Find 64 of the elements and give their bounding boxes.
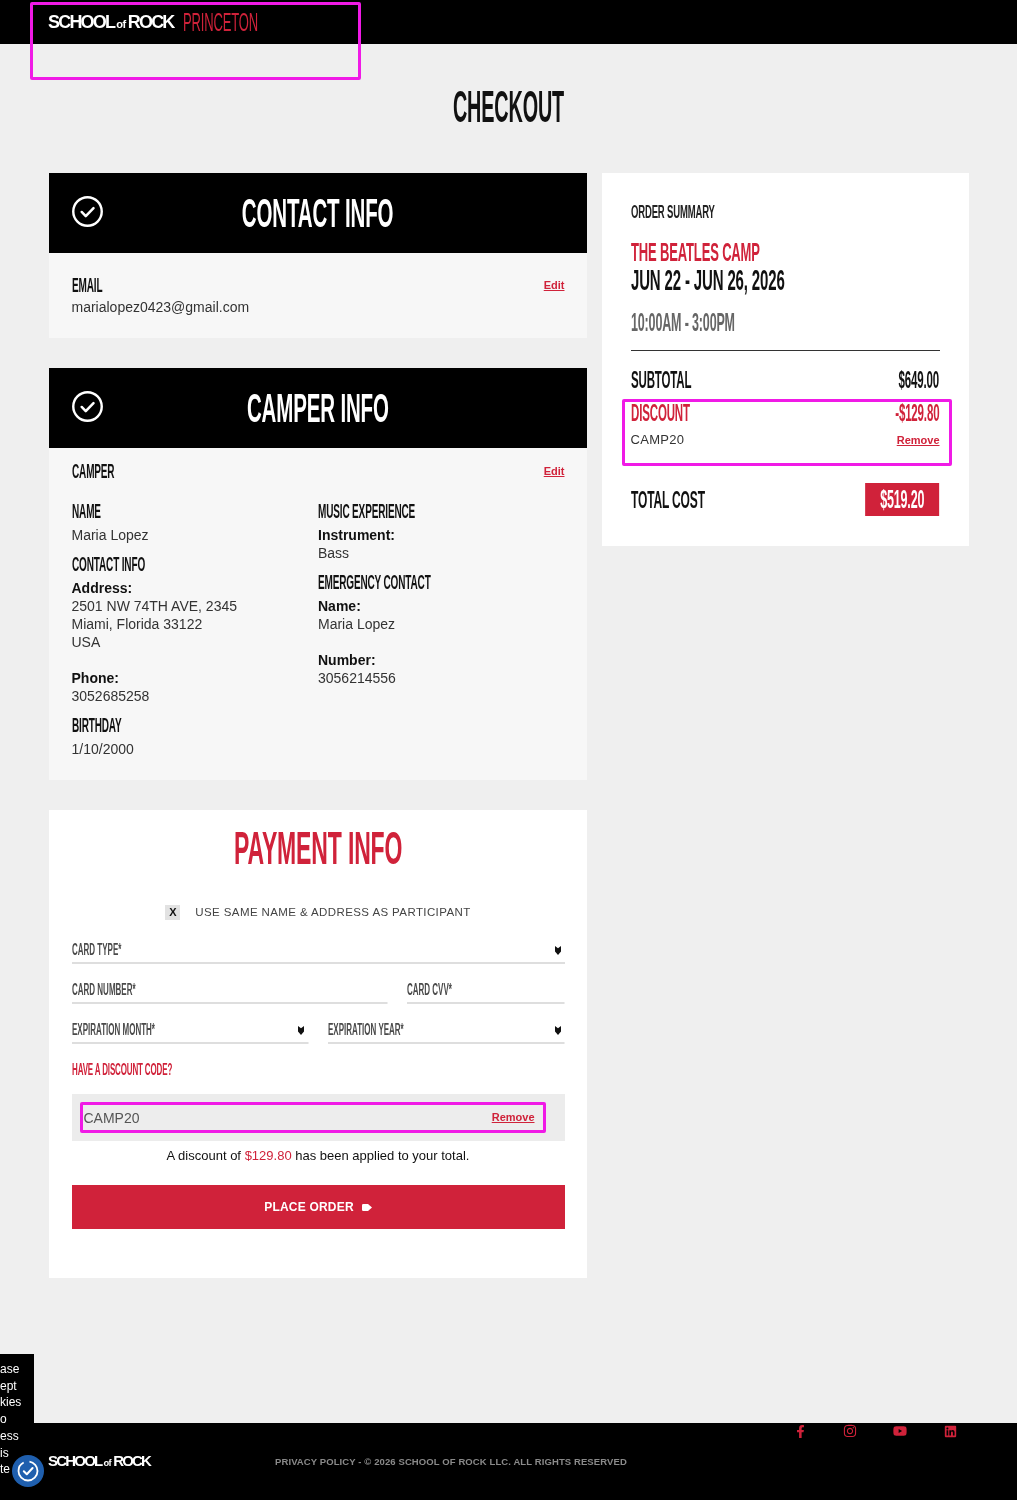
- discount-prompt[interactable]: HAVE A DISCOUNT CODE?: [71, 1062, 172, 1078]
- select-field[interactable]: EXPIRATION YEAR*: [328, 1018, 565, 1044]
- arrow-icon: [361, 1203, 372, 1211]
- discount-message: A discount of $129.80 has been applied to your total.: [165, 1147, 471, 1165]
- payment-title: PAYMENT INFO: [233, 825, 403, 871]
- camp-dates: JUN 22 - JUN 26, 2026: [630, 265, 785, 295]
- field-label: Number:: [318, 651, 377, 669]
- caret-icon: [554, 1026, 561, 1035]
- discount-code-field[interactable]: CAMP20 Remove: [79, 1102, 546, 1133]
- field-value: 2501 NW 74TH AVE, 2345 Miami, Florida 33122 USA: [71, 597, 238, 651]
- input-field[interactable]: CARD CVV*: [406, 978, 565, 1004]
- subtotal-amount: $649.00: [899, 369, 940, 392]
- field-value: marialopez0423@gmail.com: [71, 298, 251, 316]
- select-field[interactable]: CARD TYPE*: [71, 938, 565, 964]
- edit-link[interactable]: Edit: [543, 278, 565, 292]
- page-title: CHECKOUT: [452, 85, 565, 129]
- camp-name: THE BEATLES CAMP: [630, 239, 760, 265]
- discount-amount: -$129.80: [895, 402, 940, 425]
- field-heading: EMAIL: [71, 275, 102, 295]
- remove-link[interactable]: Remove: [896, 433, 940, 447]
- check-badge-icon[interactable]: [12, 1455, 44, 1487]
- discount-code: CAMP20: [630, 432, 685, 448]
- location-name: PRINCETON: [182, 9, 258, 35]
- field-heading: CONTACT INFO: [71, 554, 145, 574]
- total-price: $519.20: [865, 483, 940, 516]
- field-heading: MUSIC EXPERIENCE: [318, 501, 416, 521]
- section-title: CONTACT INFO: [241, 192, 394, 234]
- field-label: Instrument:: [318, 526, 396, 544]
- cookie-notice-text: ase ept kies o ess is te: [0, 1361, 23, 1478]
- field-value: 1/10/2000: [71, 740, 135, 758]
- field-heading: EMERGENCY CONTACT: [318, 572, 431, 592]
- input-field[interactable]: CARD NUMBER*: [71, 978, 387, 1004]
- field-value: Maria Lopez: [318, 615, 397, 633]
- logo[interactable]: SCHOOLofROCK: [48, 13, 174, 31]
- caret-icon: [554, 946, 561, 955]
- field-heading: BIRTHDAY: [71, 715, 122, 735]
- field-label: Phone:: [71, 669, 120, 687]
- total-label: TOTAL COST: [630, 487, 705, 512]
- edit-link[interactable]: Edit: [543, 464, 565, 478]
- remove-link[interactable]: Remove: [491, 1111, 535, 1124]
- field-label: Name:: [318, 597, 362, 615]
- privacy-policy-link[interactable]: PRIVACY POLICY: [275, 1455, 356, 1467]
- logo[interactable]: SCHOOLof ROCK: [48, 1453, 151, 1469]
- checkbox[interactable]: X: [165, 904, 181, 920]
- caret-icon: [298, 1026, 304, 1035]
- subtotal-label: SUBTOTAL: [630, 369, 691, 392]
- camp-time: 10:00AM - 3:00PM: [630, 310, 735, 335]
- field-value: Bass: [318, 544, 351, 562]
- checkbox-label: USE SAME NAME & ADDRESS AS PARTICIPANT: [195, 905, 471, 920]
- field-heading: NAME: [71, 501, 101, 521]
- summary-title: ORDER SUMMARY: [630, 202, 715, 221]
- place-order-button[interactable]: PLACE ORDER: [71, 1185, 565, 1229]
- instagram-icon[interactable]: [843, 1424, 857, 1438]
- select-field[interactable]: EXPIRATION MONTH*: [71, 1018, 308, 1044]
- youtube-icon[interactable]: [893, 1424, 907, 1438]
- field-heading: CAMPER: [71, 461, 114, 481]
- field-value: 3052685258: [71, 687, 151, 705]
- field-label: Address:: [71, 579, 134, 597]
- linkedin-icon[interactable]: [943, 1424, 957, 1438]
- section-title: CAMPER INFO: [246, 387, 389, 429]
- discount-label: DISCOUNT: [630, 402, 690, 425]
- field-value: 3056214556: [318, 669, 397, 687]
- footer-legal: PRIVACY POLICY - © 2026 SCHOOL OF ROCK LLC. ALL RIGHTS RESERVED: [275, 1455, 627, 1467]
- field-value: Maria Lopez: [71, 526, 150, 544]
